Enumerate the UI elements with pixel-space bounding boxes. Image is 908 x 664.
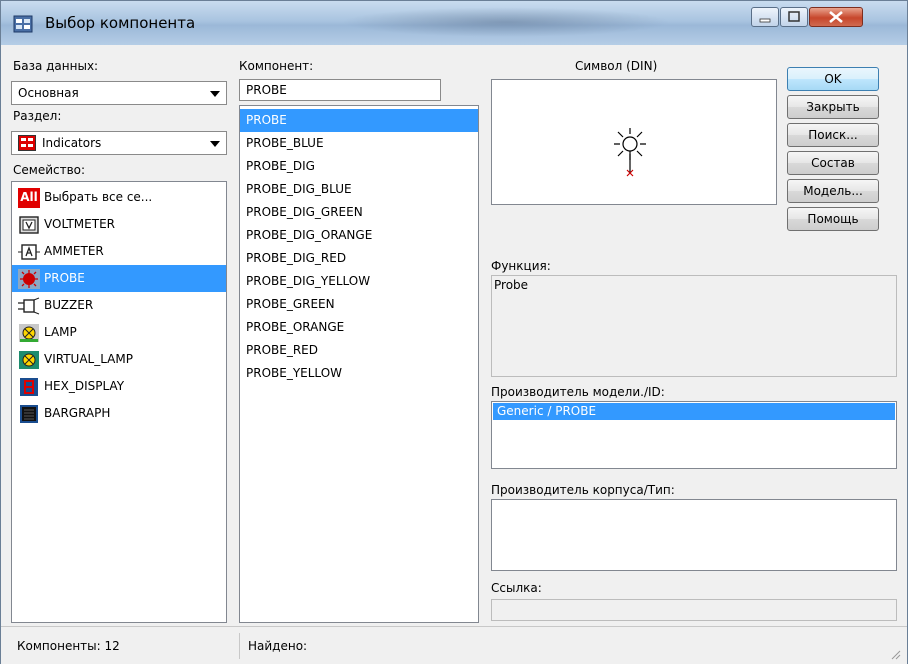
component-item[interactable]: PROBE_DIG_YELLOW — [240, 270, 478, 293]
family-item-label: AMMETER — [44, 244, 104, 258]
app-icon — [13, 15, 33, 33]
model-manufacturer-label: Производитель модели./ID: — [491, 385, 665, 399]
search-button[interactable]: Поиск... — [787, 123, 879, 147]
family-item-hex-display[interactable]: HEX_DISPLAY — [12, 373, 226, 400]
component-input[interactable]: PROBE — [239, 79, 441, 101]
family-item-label: BARGRAPH — [44, 406, 111, 420]
section-value: Indicators — [42, 136, 102, 150]
section-label: Раздел: — [13, 109, 62, 123]
component-item[interactable]: PROBE_BLUE — [240, 132, 478, 155]
component-list[interactable]: PROBE PROBE_BLUE PROBE_DIG PROBE_DIG_BLU… — [239, 105, 479, 623]
symbol-preview — [491, 79, 777, 205]
close-window-button[interactable] — [809, 7, 863, 27]
model-manufacturer-item[interactable]: Generic / PROBE — [493, 403, 895, 420]
model-manufacturer-list[interactable]: Generic / PROBE — [491, 401, 897, 469]
family-list[interactable]: All Выбрать все се... VOLTMETER AMMETER … — [11, 181, 227, 623]
family-item-ammeter[interactable]: AMMETER — [12, 238, 226, 265]
family-item-label: BUZZER — [44, 298, 94, 312]
database-label: База данных: — [13, 59, 99, 73]
ammeter-icon — [18, 243, 40, 260]
link-field — [491, 599, 897, 621]
family-item-voltmeter[interactable]: VOLTMETER — [12, 211, 226, 238]
family-label: Семейство: — [13, 163, 86, 177]
button-panel: OK Закрыть Поиск... Состав Модель... Пом… — [787, 67, 879, 237]
family-item-label: VIRTUAL_LAMP — [44, 352, 133, 366]
component-item[interactable]: PROBE_DIG_GREEN — [240, 201, 478, 224]
chevron-down-icon — [210, 141, 220, 147]
link-label: Ссылка: — [491, 581, 542, 595]
probe-symbol-icon — [614, 128, 646, 177]
component-item[interactable]: PROBE_DIG_RED — [240, 247, 478, 270]
status-bar: Компоненты: 12 Найдено: — [1, 626, 907, 664]
database-value: Основная — [18, 86, 79, 100]
component-input-value: PROBE — [246, 83, 287, 97]
ok-button[interactable]: OK — [787, 67, 879, 91]
component-item[interactable]: PROBE_DIG_BLUE — [240, 178, 478, 201]
component-item[interactable]: PROBE_ORANGE — [240, 316, 478, 339]
minimize-button[interactable] — [751, 7, 779, 27]
status-found: Найдено: — [239, 633, 859, 659]
section-select[interactable]: Indicators — [11, 131, 227, 155]
function-field: Probe — [491, 275, 897, 377]
family-item-label: PROBE — [44, 271, 85, 285]
all-icon: All — [18, 187, 40, 208]
minimize-icon — [759, 18, 771, 23]
component-item[interactable]: PROBE_RED — [240, 339, 478, 362]
component-item[interactable]: PROBE_DIG_ORANGE — [240, 224, 478, 247]
virtual-lamp-icon — [19, 350, 39, 369]
status-components: Компоненты: 12 — [17, 639, 120, 653]
model-button[interactable]: Модель... — [787, 179, 879, 203]
voltmeter-icon — [19, 215, 39, 234]
close-button[interactable]: Закрыть — [787, 95, 879, 119]
function-value: Probe — [494, 278, 529, 292]
maximize-icon — [788, 11, 800, 22]
component-browser-window: Выбор компонента База данных: Основная Р… — [0, 0, 908, 664]
component-item[interactable]: PROBE_GREEN — [240, 293, 478, 316]
database-select[interactable]: Основная — [11, 81, 227, 105]
component-item[interactable]: PROBE_YELLOW — [240, 362, 478, 385]
resize-grip-icon[interactable] — [889, 648, 901, 660]
hex-display-icon — [20, 377, 38, 396]
maximize-button[interactable] — [780, 7, 808, 27]
component-item[interactable]: PROBE — [240, 109, 478, 132]
family-item-buzzer[interactable]: BUZZER — [12, 292, 226, 319]
package-manufacturer-label: Производитель корпуса/Тип: — [491, 483, 675, 497]
family-item-probe[interactable]: PROBE — [12, 265, 226, 292]
family-item-all[interactable]: All Выбрать все се... — [12, 184, 226, 211]
family-item-bargraph[interactable]: BARGRAPH — [12, 400, 226, 427]
package-manufacturer-list[interactable] — [491, 499, 897, 571]
family-item-lamp[interactable]: LAMP — [12, 319, 226, 346]
buzzer-icon — [18, 297, 40, 314]
function-label: Функция: — [491, 259, 551, 273]
dialog-body: База данных: Основная Раздел: Indicators… — [11, 53, 899, 623]
chevron-down-icon — [210, 91, 220, 97]
window-title: Выбор компонента — [45, 14, 196, 32]
component-label: Компонент: — [239, 59, 314, 73]
bargraph-icon — [20, 404, 38, 423]
lamp-icon — [19, 323, 39, 342]
close-icon — [829, 11, 843, 23]
title-bar[interactable]: Выбор компонента — [1, 1, 907, 45]
indicators-icon — [18, 135, 36, 151]
probe-icon — [18, 268, 40, 289]
component-item[interactable]: PROBE_DIG — [240, 155, 478, 178]
help-button[interactable]: Помощь — [787, 207, 879, 231]
symbol-label: Символ (DIN) — [575, 59, 658, 73]
family-item-label: LAMP — [44, 325, 77, 339]
detail-button[interactable]: Состав — [787, 151, 879, 175]
family-item-virtual-lamp[interactable]: VIRTUAL_LAMP — [12, 346, 226, 373]
family-item-label: VOLTMETER — [44, 217, 115, 231]
family-item-label: Выбрать все се... — [44, 190, 153, 204]
family-item-label: HEX_DISPLAY — [44, 379, 125, 393]
